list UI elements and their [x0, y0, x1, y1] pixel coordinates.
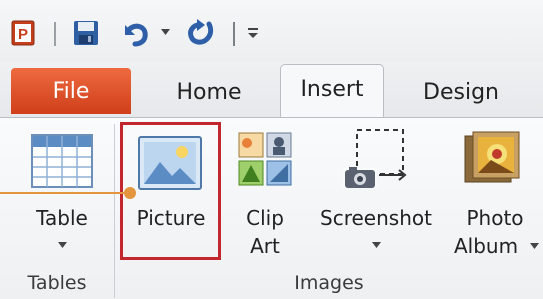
svg-text:P: P [18, 26, 28, 43]
clip-art-icon [238, 132, 292, 186]
table-button-label: Table [36, 206, 88, 230]
table-grid-icon [31, 134, 93, 188]
clip-art-label-line2: Art [250, 234, 280, 258]
callout-pointer-line [0, 192, 128, 194]
clip-art-label-line1: Clip [246, 206, 284, 230]
toolbar-separator [54, 22, 56, 46]
customize-toolbar-icon[interactable] [247, 27, 259, 39]
tab-design[interactable]: Design [396, 70, 526, 114]
callout-pointer-dot [124, 187, 136, 199]
group-label-tables: Tables [27, 272, 87, 294]
tab-insert[interactable]: Insert [280, 64, 384, 120]
tab-file[interactable]: File [11, 68, 131, 114]
screenshot-icon [343, 129, 407, 188]
undo-icon[interactable] [119, 19, 151, 47]
group-label-images: Images [294, 272, 364, 294]
photo-album-label-line2: Album [453, 234, 519, 258]
photo-album-dropdown-icon [530, 243, 539, 249]
save-icon[interactable] [73, 20, 99, 46]
screenshot-dropdown-icon [372, 242, 381, 248]
tab-home[interactable]: Home [154, 70, 264, 114]
photo-album-label-line1: Photo [466, 206, 524, 230]
screenshot-button-label: Screenshot [320, 206, 432, 230]
table-dropdown-icon [58, 242, 67, 248]
toolbar-separator [233, 22, 235, 46]
powerpoint-app-icon[interactable]: P [11, 20, 35, 46]
undo-dropdown-icon[interactable] [161, 29, 170, 35]
photo-album-icon [464, 131, 520, 183]
redo-icon[interactable] [185, 18, 217, 46]
